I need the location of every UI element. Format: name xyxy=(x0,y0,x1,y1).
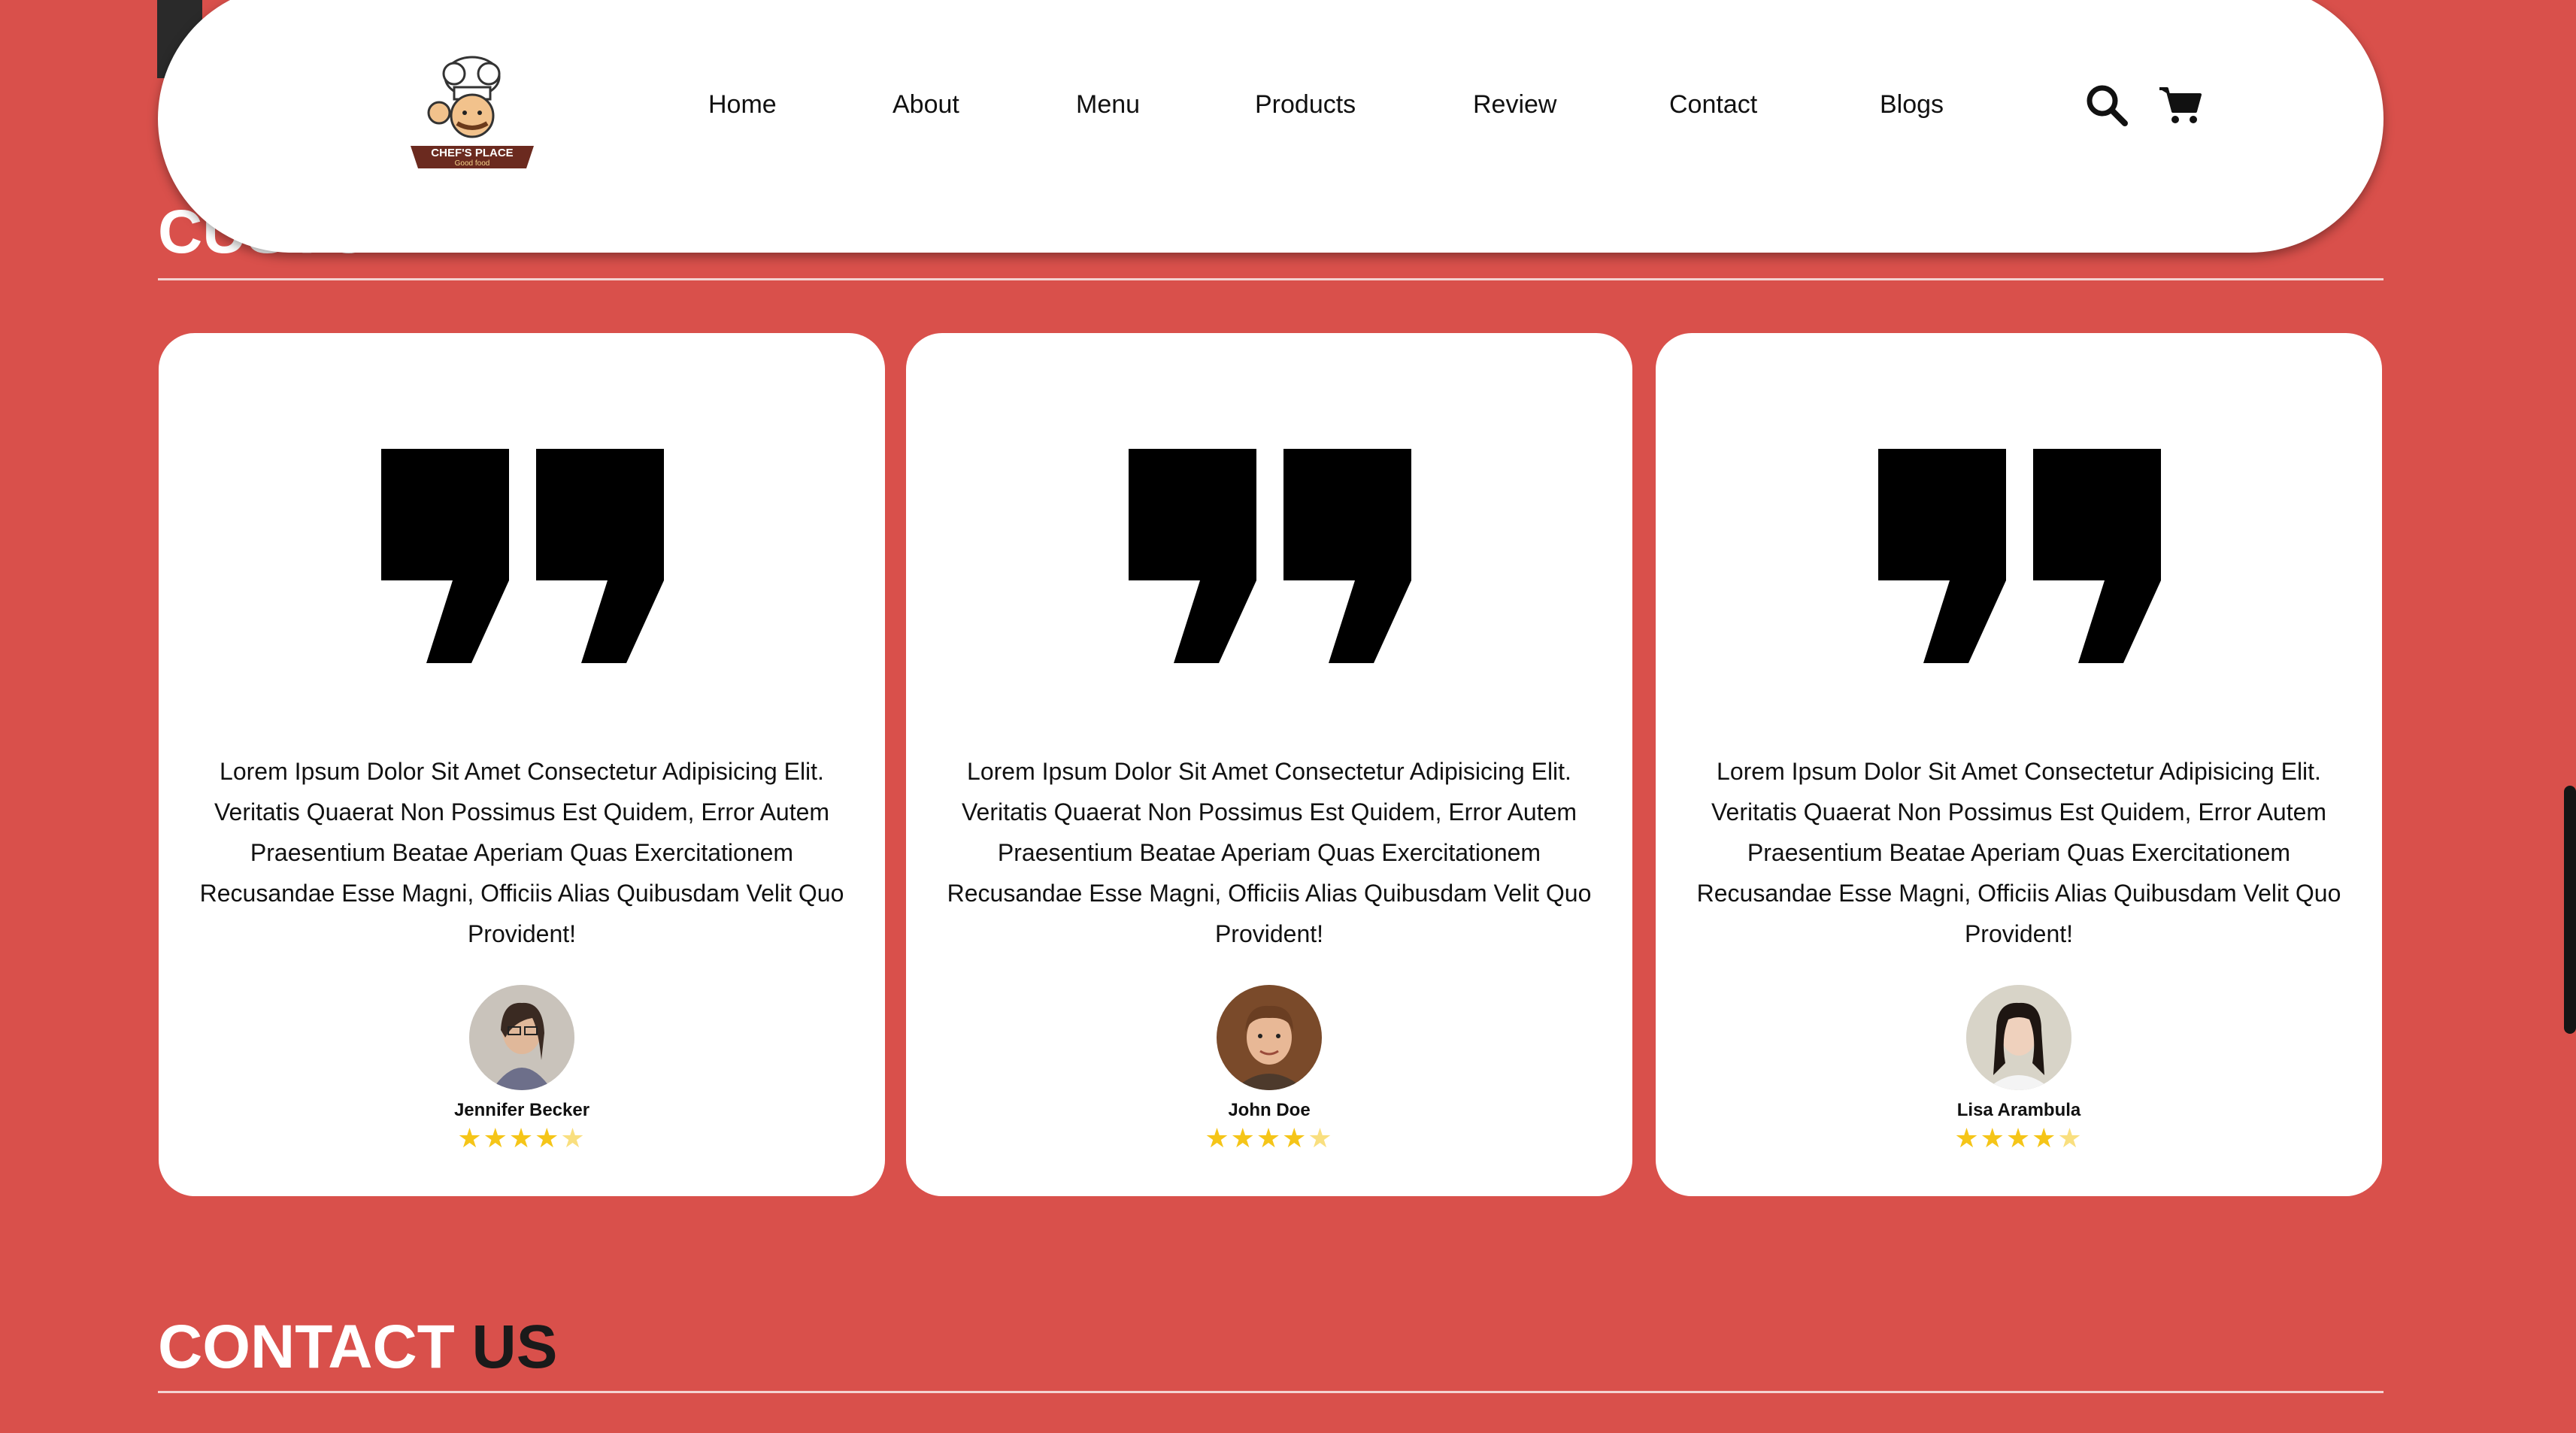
quote-icon xyxy=(1129,449,1411,663)
nav-blogs[interactable]: Blogs xyxy=(1880,90,1944,120)
search-icon[interactable] xyxy=(2084,83,2129,128)
star-rating: ★★★★★ xyxy=(457,1122,586,1153)
contact-title-word1: CONTACT xyxy=(158,1313,455,1381)
cart-icon[interactable] xyxy=(2158,83,2203,128)
reviewer-name: Lisa Arambula xyxy=(1956,1100,2081,1120)
star-rating: ★★★★★ xyxy=(1954,1122,2084,1153)
reviewer-avatar xyxy=(469,985,574,1090)
svg-text:CHEF'S PLACE: CHEF'S PLACE xyxy=(431,147,513,159)
nav-menu[interactable]: Menu xyxy=(1076,90,1140,120)
nav-products[interactable]: Products xyxy=(1255,90,1356,120)
review-text: Lorem Ipsum Dolor Sit Amet Consectetur A… xyxy=(199,758,844,947)
reviewer-avatar xyxy=(1217,985,1322,1090)
star-rating: ★★★★★ xyxy=(1205,1122,1334,1153)
reviewer-name: Jennifer Becker xyxy=(453,1100,590,1120)
review-card: Lorem Ipsum Dolor Sit Amet Consectetur A… xyxy=(159,333,885,1196)
quote-icon xyxy=(1878,449,2161,663)
review-text: Lorem Ipsum Dolor Sit Amet Consectetur A… xyxy=(1696,758,2341,947)
review-text: Lorem Ipsum Dolor Sit Amet Consectetur A… xyxy=(947,758,1592,947)
nav-about[interactable]: About xyxy=(893,90,959,120)
nav-contact[interactable]: Contact xyxy=(1669,90,1757,120)
review-card: Lorem Ipsum Dolor Sit Amet Consectetur A… xyxy=(1656,333,2382,1196)
review-card: Lorem Ipsum Dolor Sit Amet Consectetur A… xyxy=(906,333,1632,1196)
nav-review[interactable]: Review xyxy=(1473,90,1556,120)
quote-icon xyxy=(381,449,664,663)
review-section-divider xyxy=(158,278,2384,280)
contact-title-word2: US xyxy=(471,1313,558,1381)
navbar: CHEF'S PLACE Good food Home About Menu P… xyxy=(158,0,2384,253)
reviewer-name: John Doe xyxy=(1228,1100,1311,1120)
svg-text:Good food: Good food xyxy=(455,159,490,168)
nav-links: Home About Menu Products Review Contact … xyxy=(158,90,2384,128)
scrollbar-track[interactable] xyxy=(2562,0,2576,1433)
scrollbar-thumb[interactable] xyxy=(2564,786,2576,1034)
reviewer-avatar xyxy=(1966,985,2071,1090)
contact-section-title: CONTACT US xyxy=(158,1312,557,1383)
contact-section-divider xyxy=(158,1391,2384,1393)
nav-home[interactable]: Home xyxy=(708,90,777,120)
